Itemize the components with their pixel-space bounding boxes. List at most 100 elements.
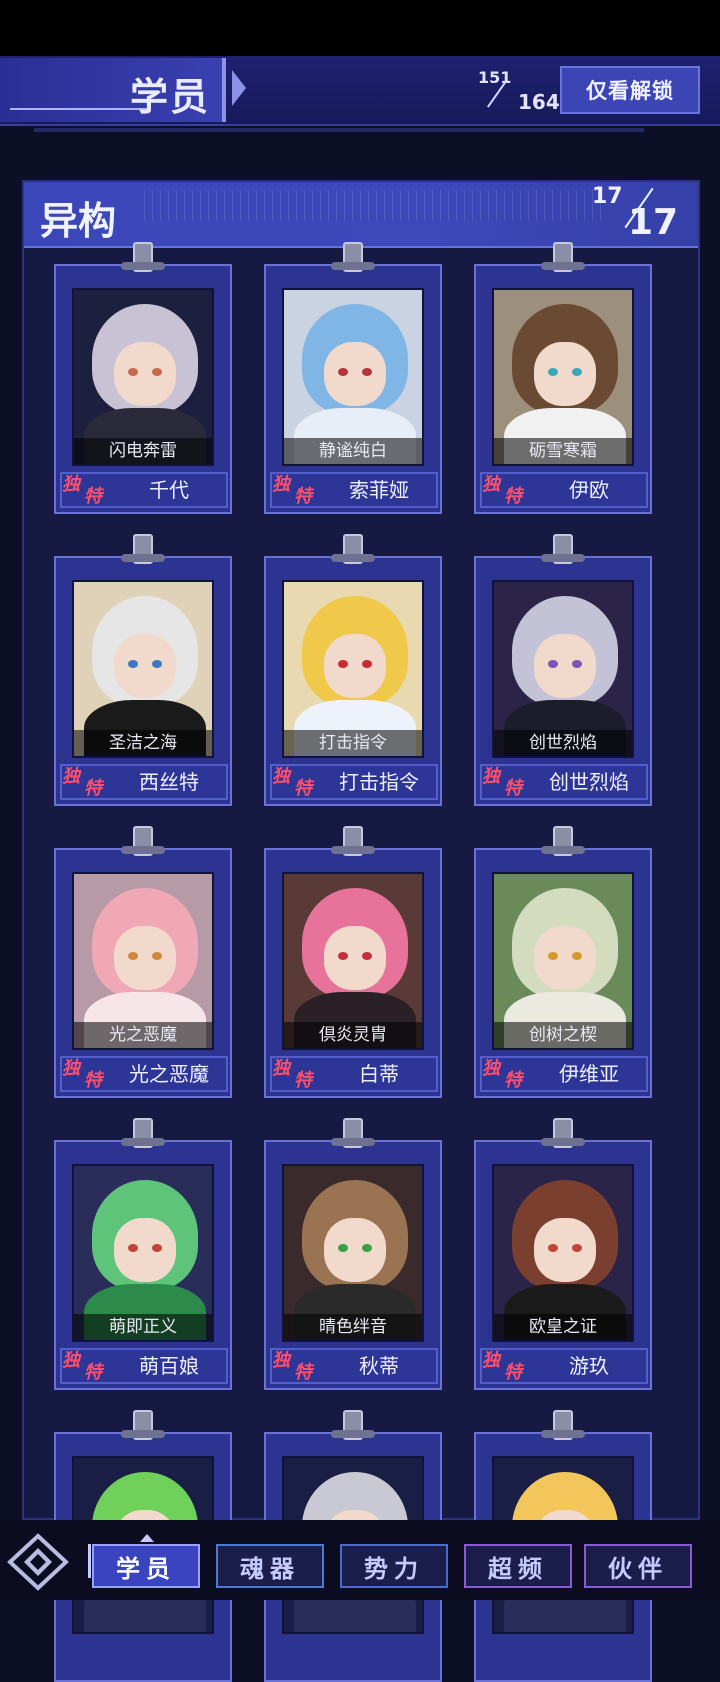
portrait-eye-right (152, 368, 162, 376)
card-frame: 圣洁之海独特 西丝特 (54, 556, 232, 806)
unique-badge: 独特 (480, 470, 532, 510)
nav-tab[interactable]: 伙伴 (584, 1544, 692, 1588)
character-card[interactable]: 晴色绊音独特 秋蒂 (264, 1118, 442, 1390)
unique-badge-line1: 独 (62, 474, 80, 495)
card-frame: 欧皇之证独特 游玖 (474, 1140, 652, 1390)
clip-icon (331, 1118, 375, 1148)
nav-tab[interactable]: 超频 (464, 1544, 572, 1588)
character-name: 萌百娘 (139, 1354, 199, 1378)
character-portrait: 圣洁之海 (72, 580, 214, 758)
unique-badge-line1: 独 (482, 474, 500, 495)
name-bar: 独特打击指令 (270, 764, 438, 800)
portrait-eye-right (572, 952, 582, 960)
header-shadow-bar (34, 128, 644, 132)
active-tab-caret-icon (140, 1534, 154, 1542)
character-card[interactable]: 砺雪寒霜独特 伊欧 (474, 242, 652, 514)
character-portrait: 创世烈焰 (492, 580, 634, 758)
nav-tab[interactable]: 势力 (340, 1544, 448, 1588)
card-frame: 光之恶魔独特光之恶魔 (54, 848, 232, 1098)
clip-icon (541, 242, 585, 272)
unique-badge-line2: 特 (294, 486, 312, 507)
unique-badge: 独特 (60, 470, 112, 510)
card-frame: 打击指令独特打击指令 (264, 556, 442, 806)
nav-tab[interactable]: 学员 (92, 1544, 200, 1588)
name-bar: 独特 白蒂 (270, 1056, 438, 1092)
portrait-face (534, 1218, 596, 1282)
unique-badge: 独特 (270, 470, 322, 510)
unique-badge-line2: 特 (84, 1070, 102, 1091)
character-name: 索菲娅 (349, 478, 409, 502)
character-portrait: 欧皇之证 (492, 1164, 634, 1342)
unique-badge-line1: 独 (62, 1058, 80, 1079)
nav-tab[interactable]: 魂器 (216, 1544, 324, 1588)
clip-icon (331, 534, 375, 564)
skin-name: 倶炎灵胄 (284, 1022, 422, 1048)
character-card[interactable]: 打击指令独特打击指令 (264, 534, 442, 806)
bottom-nav: 学员 魂器 势力 超频 伙伴 (0, 1520, 720, 1600)
portrait-eye-left (128, 952, 138, 960)
portrait-face (114, 926, 176, 990)
name-bar: 独特 游玖 (480, 1348, 648, 1384)
portrait-eye-right (152, 660, 162, 668)
unique-badge: 独特 (480, 1346, 532, 1386)
character-name: 伊欧 (569, 478, 609, 502)
portrait-face (324, 1218, 386, 1282)
character-card[interactable]: 光之恶魔独特光之恶魔 (54, 826, 232, 1098)
unique-badge-line2: 特 (294, 1070, 312, 1091)
card-frame: 萌即正义独特 萌百娘 (54, 1140, 232, 1390)
character-card[interactable]: 闪电奔雷独特 千代 (54, 242, 232, 514)
character-card[interactable]: 萌即正义独特 萌百娘 (54, 1118, 232, 1390)
character-portrait: 打击指令 (282, 580, 424, 758)
skin-name: 欧皇之证 (494, 1314, 632, 1340)
portrait-face (114, 1218, 176, 1282)
unique-badge-line2: 特 (84, 1362, 102, 1383)
name-bar: 独特 秋蒂 (270, 1348, 438, 1384)
section-header: 异构 17 17 (24, 182, 698, 248)
portrait-face (534, 926, 596, 990)
section-total-count: 17 (628, 202, 679, 243)
unique-badge: 独特 (60, 1346, 112, 1386)
name-bar: 独特创世烈焰 (480, 764, 648, 800)
character-portrait: 闪电奔雷 (72, 288, 214, 466)
clip-icon (331, 826, 375, 856)
character-card[interactable]: 圣洁之海独特 西丝特 (54, 534, 232, 806)
unique-badge: 独特 (480, 1054, 532, 1094)
portrait-eye-left (548, 1244, 558, 1252)
character-card[interactable]: 倶炎灵胄独特 白蒂 (264, 826, 442, 1098)
status-bar (0, 0, 720, 56)
character-name: 游玖 (569, 1354, 609, 1378)
game-logo-icon[interactable] (6, 1532, 70, 1592)
portrait-eye-left (128, 1244, 138, 1252)
character-portrait: 砺雪寒霜 (492, 288, 634, 466)
unique-badge: 独特 (60, 1054, 112, 1094)
portrait-face (114, 342, 176, 406)
character-name: 打击指令 (339, 770, 419, 794)
portrait-eye-right (572, 368, 582, 376)
portrait-eye-left (338, 368, 348, 376)
character-name: 伊维亚 (559, 1062, 619, 1086)
unique-badge-line1: 独 (482, 1058, 500, 1079)
unique-badge-line1: 独 (62, 766, 80, 787)
show-unlocked-only-button[interactable]: 仅看解锁 (560, 66, 700, 114)
header: 学员 151 164 仅看解锁 (0, 56, 720, 126)
skin-name: 晴色绊音 (284, 1314, 422, 1340)
unique-badge-line1: 独 (482, 1350, 500, 1371)
unique-badge: 独特 (270, 1054, 322, 1094)
card-frame: 创树之楔独特 伊维亚 (474, 848, 652, 1098)
portrait-eye-right (362, 660, 372, 668)
unique-badge-line2: 特 (504, 778, 522, 799)
character-card[interactable]: 创世烈焰独特创世烈焰 (474, 534, 652, 806)
unique-badge-line1: 独 (482, 766, 500, 787)
character-card[interactable]: 创树之楔独特 伊维亚 (474, 826, 652, 1098)
name-bar: 独特 萌百娘 (60, 1348, 228, 1384)
clip-icon (541, 1410, 585, 1440)
character-name: 千代 (149, 478, 189, 502)
card-frame: 晴色绊音独特 秋蒂 (264, 1140, 442, 1390)
character-portrait: 萌即正义 (72, 1164, 214, 1342)
skin-name: 光之恶魔 (74, 1022, 212, 1048)
portrait-eye-left (548, 952, 558, 960)
character-card[interactable]: 静谧纯白独特 索菲娅 (264, 242, 442, 514)
card-frame: 砺雪寒霜独特 伊欧 (474, 264, 652, 514)
character-card[interactable]: 欧皇之证独特 游玖 (474, 1118, 652, 1390)
portrait-face (534, 342, 596, 406)
